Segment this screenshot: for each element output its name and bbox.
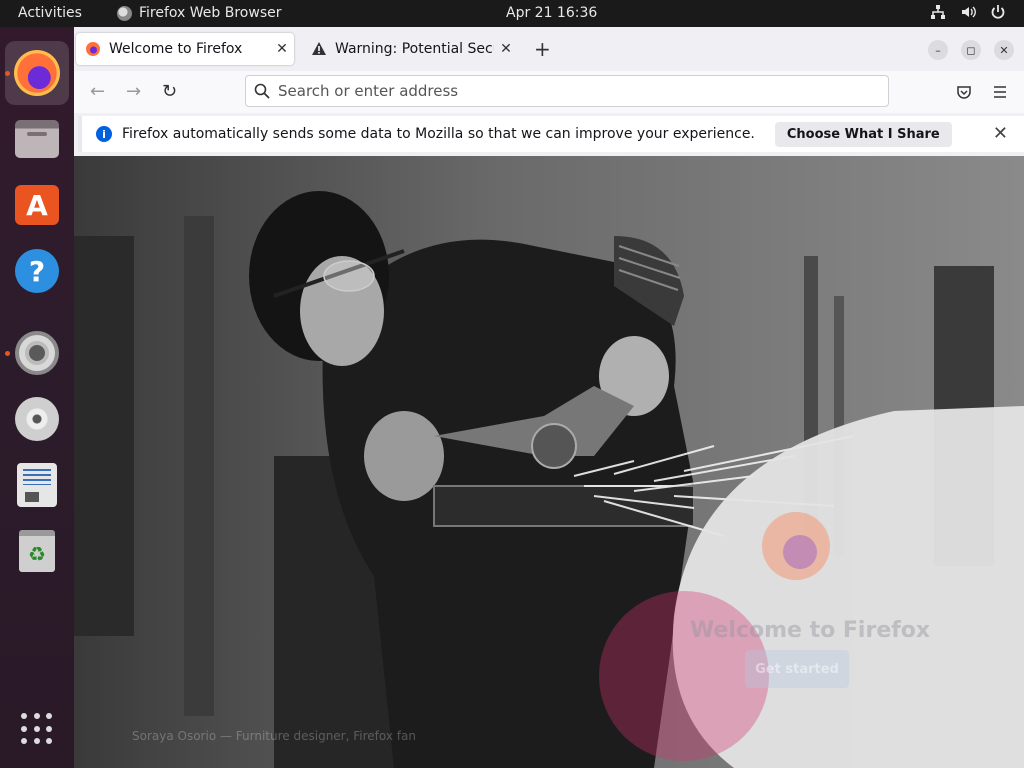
close-window-button[interactable]: ✕ [994, 40, 1014, 60]
notification-bar: i Firefox automatically sends some data … [78, 116, 1024, 152]
maximize-button[interactable]: ◻ [961, 40, 981, 60]
dock-trash[interactable]: ♻ [5, 519, 69, 583]
app-menu[interactable]: Firefox Web Browser [117, 5, 282, 21]
running-indicator [5, 351, 10, 356]
info-icon: i [96, 126, 112, 142]
tab-welcome[interactable]: Welcome to Firefox ✕ [76, 33, 294, 65]
dock-files[interactable] [5, 107, 69, 171]
hero-photo [74, 156, 1024, 768]
dock-text-editor[interactable] [5, 453, 69, 517]
close-tab-icon[interactable]: ✕ [270, 41, 294, 57]
top-bar: Activities Firefox Web Browser Apr 21 16… [0, 0, 1024, 27]
dock-firefox[interactable] [5, 41, 69, 105]
url-input[interactable] [278, 82, 838, 100]
tab-title: Welcome to Firefox [109, 41, 243, 57]
app-name: Firefox Web Browser [139, 5, 282, 21]
nav-bar: ← → ↻ [74, 71, 1024, 113]
clock[interactable]: Apr 21 16:36 [506, 5, 597, 21]
dock-disc[interactable] [5, 387, 69, 451]
network-icon [931, 5, 945, 19]
close-notification-icon[interactable]: ✕ [993, 123, 1008, 144]
pocket-icon[interactable] [956, 84, 972, 100]
browser-window: Welcome to Firefox ✕ Warning: Potential … [74, 27, 1024, 768]
forward-arrow-icon[interactable]: → [126, 81, 141, 102]
software-store-icon: A [15, 185, 59, 225]
menu-icon[interactable] [992, 84, 1008, 100]
back-arrow-icon[interactable]: ← [90, 81, 105, 102]
help-icon: ? [15, 249, 59, 293]
dock: A ? ♻ [0, 27, 74, 768]
volume-icon [962, 6, 976, 18]
dock-help[interactable]: ? [5, 239, 69, 303]
reload-icon[interactable]: ↻ [162, 81, 177, 102]
get-started-button[interactable]: Get started [745, 650, 849, 688]
disc-icon [15, 397, 59, 441]
page-content: Welcome to Firefox Get started Soraya Os… [74, 156, 1024, 768]
choose-what-i-share-button[interactable]: Choose What I Share [774, 121, 952, 147]
minimize-button[interactable]: – [928, 40, 948, 60]
dock-settings[interactable] [5, 321, 69, 385]
files-icon [15, 120, 59, 158]
settings-icon [15, 331, 59, 375]
welcome-heading: Welcome to Firefox [690, 618, 931, 643]
dock-show-apps[interactable] [5, 697, 69, 761]
search-icon [254, 83, 270, 99]
tab-title: Warning: Potential Securi [335, 41, 494, 57]
running-indicator [5, 71, 10, 76]
dock-software[interactable]: A [5, 173, 69, 237]
tab-bar: Welcome to Firefox ✕ Warning: Potential … [74, 27, 1024, 71]
warning-icon [312, 42, 326, 55]
activities-button[interactable]: Activities [18, 5, 82, 21]
show-apps-icon [21, 713, 53, 745]
text-editor-icon [17, 463, 57, 507]
trash-icon: ♻ [19, 530, 55, 572]
firefox-icon [86, 42, 100, 56]
address-bar[interactable] [245, 75, 889, 107]
tab-warning[interactable]: Warning: Potential Securi ✕ [302, 33, 518, 65]
system-tray[interactable] [930, 4, 1006, 20]
notification-text: Firefox automatically sends some data to… [122, 126, 755, 142]
firefox-icon [14, 50, 60, 96]
power-icon [991, 5, 1005, 19]
photo-caption: Soraya Osorio — Furniture designer, Fire… [132, 729, 416, 743]
new-tab-button[interactable]: + [534, 37, 551, 61]
close-tab-icon[interactable]: ✕ [494, 41, 518, 57]
firefox-icon [117, 5, 132, 21]
